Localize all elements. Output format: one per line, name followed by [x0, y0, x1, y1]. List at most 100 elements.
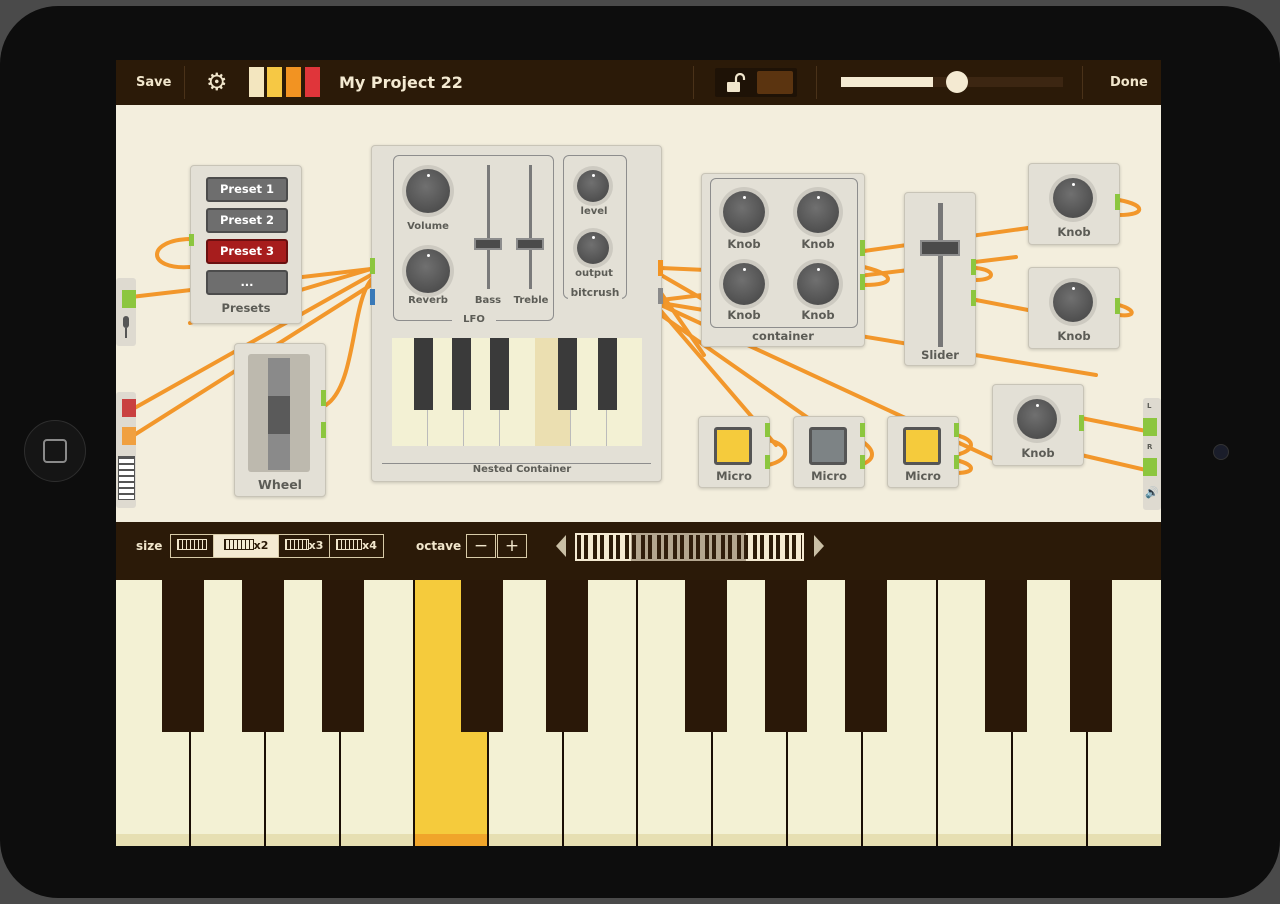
- container-knob-3[interactable]: [723, 263, 765, 305]
- black-key[interactable]: [685, 580, 727, 732]
- output-port-left[interactable]: [1143, 418, 1157, 436]
- preset-2-button[interactable]: Preset 2: [206, 208, 288, 233]
- micro-module-2[interactable]: Micro: [793, 416, 865, 488]
- preset-3-button[interactable]: Preset 3: [206, 239, 288, 264]
- black-key[interactable]: [461, 580, 503, 732]
- nested-black-key[interactable]: [452, 338, 471, 410]
- scroll-left-arrow-icon[interactable]: [556, 535, 566, 557]
- knob-output-port[interactable]: [1115, 298, 1120, 314]
- treble-slider-thumb[interactable]: [516, 238, 544, 250]
- black-key[interactable]: [765, 580, 807, 732]
- black-key[interactable]: [1070, 580, 1112, 732]
- knob-output-port[interactable]: [1115, 194, 1120, 210]
- save-button[interactable]: Save: [136, 60, 171, 105]
- presets-input-port[interactable]: [189, 234, 194, 246]
- slider-thumb[interactable]: [920, 240, 960, 256]
- knob[interactable]: [1053, 178, 1093, 218]
- knob[interactable]: [1017, 399, 1057, 439]
- black-key[interactable]: [985, 580, 1027, 732]
- nested-midi-port[interactable]: [370, 289, 375, 305]
- micro-output-port[interactable]: [954, 455, 959, 469]
- octave-up-button[interactable]: +: [497, 534, 527, 558]
- container-output-port[interactable]: [860, 240, 865, 256]
- edit-mode-switch[interactable]: [757, 71, 793, 94]
- container-output-port[interactable]: [860, 274, 865, 290]
- output-port-right[interactable]: [1143, 458, 1157, 476]
- input-port[interactable]: [122, 427, 136, 445]
- input-port[interactable]: [122, 399, 136, 417]
- black-key[interactable]: [845, 580, 887, 732]
- knob[interactable]: [1053, 282, 1093, 322]
- nested-black-key[interactable]: [490, 338, 509, 410]
- wheel-output-port[interactable]: [321, 390, 326, 406]
- micro-pad[interactable]: [809, 427, 847, 465]
- bass-slider-track[interactable]: [487, 165, 490, 289]
- nested-keyboard[interactable]: [392, 338, 642, 446]
- size-option-2[interactable]: x2: [213, 534, 279, 558]
- home-button[interactable]: [24, 420, 86, 482]
- nested-black-key[interactable]: [558, 338, 577, 410]
- container-knob-4[interactable]: [797, 263, 839, 305]
- black-key[interactable]: [546, 580, 588, 732]
- bass-slider-thumb[interactable]: [474, 238, 502, 250]
- volume-knob[interactable]: [406, 169, 450, 213]
- project-title[interactable]: My Project 22: [339, 60, 463, 105]
- size-option-4[interactable]: x4: [329, 534, 384, 558]
- knob-module-2[interactable]: Knob: [1028, 267, 1120, 349]
- color-swatch[interactable]: [267, 67, 282, 97]
- micro-pad[interactable]: [714, 427, 752, 465]
- done-button[interactable]: Done: [1110, 60, 1148, 105]
- micro-output-port[interactable]: [860, 455, 865, 469]
- black-key[interactable]: [322, 580, 364, 732]
- gear-icon[interactable]: ⚙: [206, 70, 228, 94]
- keyboard-range-overview[interactable]: [575, 533, 804, 561]
- micro-pad[interactable]: [903, 427, 941, 465]
- micro-output-port[interactable]: [765, 455, 770, 469]
- nested-output-port[interactable]: [658, 288, 663, 304]
- level-knob[interactable]: [577, 170, 609, 202]
- master-volume-thumb[interactable]: [946, 71, 968, 93]
- black-key[interactable]: [162, 580, 204, 732]
- black-key[interactable]: [242, 580, 284, 732]
- micro-output-port[interactable]: [954, 423, 959, 437]
- nested-black-key[interactable]: [414, 338, 433, 410]
- knob-module-1[interactable]: Knob: [1028, 163, 1120, 245]
- wheel-output-port[interactable]: [321, 422, 326, 438]
- knob-output-port[interactable]: [1079, 415, 1084, 431]
- slider-output-port[interactable]: [971, 290, 976, 306]
- container-module[interactable]: Knob Knob Knob Knob container: [701, 173, 865, 347]
- micro-module-1[interactable]: Micro: [698, 416, 770, 488]
- color-swatch[interactable]: [249, 67, 264, 97]
- size-option-3[interactable]: x3: [278, 534, 330, 558]
- preset-1-button[interactable]: Preset 1: [206, 177, 288, 202]
- micro-output-port[interactable]: [860, 423, 865, 437]
- lock-toggle[interactable]: [715, 68, 797, 97]
- knob-module-3[interactable]: Knob: [992, 384, 1084, 466]
- nested-input-port[interactable]: [370, 258, 375, 274]
- slider-track[interactable]: [938, 203, 943, 347]
- presets-module[interactable]: Preset 1 Preset 2 Preset 3 ... Presets: [189, 165, 302, 324]
- container-knob-1[interactable]: [723, 191, 765, 233]
- octave-down-button[interactable]: −: [466, 534, 496, 558]
- container-knob-2[interactable]: [797, 191, 839, 233]
- wheel-thumb[interactable]: [268, 396, 290, 434]
- reverb-knob[interactable]: [406, 249, 450, 293]
- slider-module[interactable]: Slider: [904, 192, 976, 366]
- nested-container-module[interactable]: Volume Reverb Bass Treble LFO level outp…: [370, 145, 663, 482]
- input-port[interactable]: [122, 290, 136, 308]
- nested-output-port[interactable]: [658, 260, 663, 276]
- micro-output-port[interactable]: [765, 423, 770, 437]
- color-swatch[interactable]: [305, 67, 320, 97]
- scroll-right-arrow-icon[interactable]: [814, 535, 824, 557]
- preset-more-button[interactable]: ...: [206, 270, 288, 295]
- nested-black-key[interactable]: [598, 338, 617, 410]
- overview-selection[interactable]: [631, 533, 746, 561]
- patch-canvas[interactable]: L R 🔊 Preset 1 Preset 2 Preset 3 ... Pre…: [116, 105, 1161, 522]
- output-knob[interactable]: [577, 232, 609, 264]
- slider-output-port[interactable]: [971, 259, 976, 275]
- treble-slider-track[interactable]: [529, 165, 532, 289]
- color-swatch[interactable]: [286, 67, 301, 97]
- micro-module-3[interactable]: Micro: [887, 416, 959, 488]
- size-option-1[interactable]: [170, 534, 214, 558]
- wheel-module[interactable]: Wheel: [234, 343, 326, 497]
